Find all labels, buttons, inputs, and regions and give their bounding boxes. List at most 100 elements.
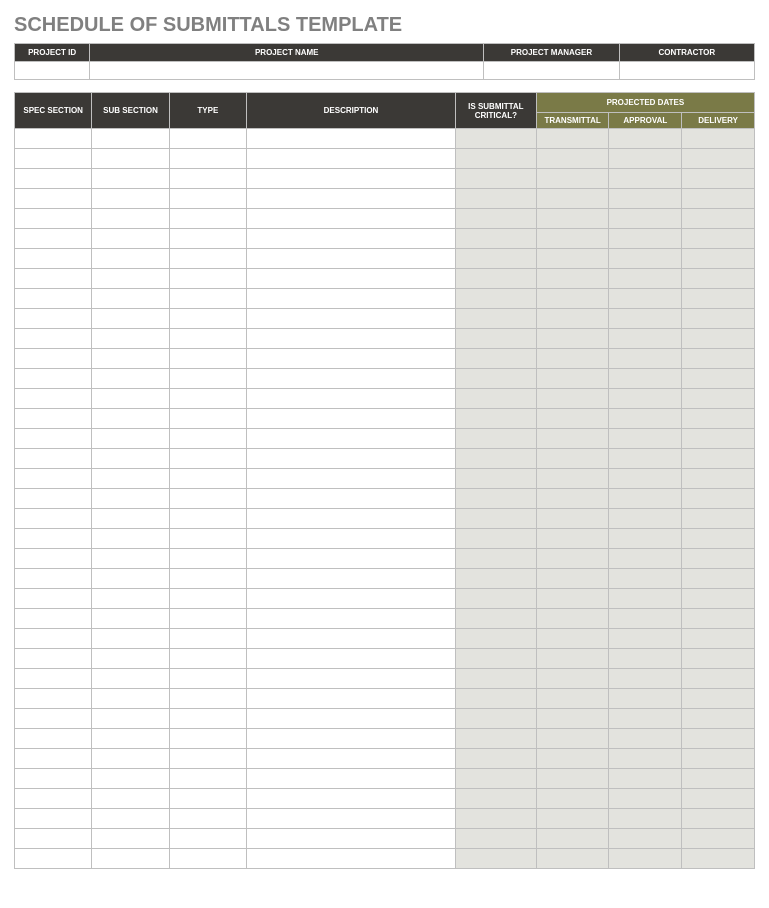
sub-section-cell[interactable]	[92, 609, 169, 629]
spec-section-cell[interactable]	[15, 469, 92, 489]
description-cell[interactable]	[247, 789, 456, 809]
is-critical-cell[interactable]	[455, 129, 536, 149]
type-cell[interactable]	[169, 249, 246, 269]
type-cell[interactable]	[169, 849, 246, 869]
is-critical-cell[interactable]	[455, 729, 536, 749]
transmittal-cell[interactable]	[536, 449, 609, 469]
description-cell[interactable]	[247, 249, 456, 269]
sub-section-cell[interactable]	[92, 789, 169, 809]
transmittal-cell[interactable]	[536, 689, 609, 709]
transmittal-cell[interactable]	[536, 249, 609, 269]
type-cell[interactable]	[169, 729, 246, 749]
type-cell[interactable]	[169, 749, 246, 769]
is-critical-cell[interactable]	[455, 749, 536, 769]
spec-section-cell[interactable]	[15, 649, 92, 669]
delivery-cell[interactable]	[682, 649, 755, 669]
type-cell[interactable]	[169, 129, 246, 149]
transmittal-cell[interactable]	[536, 349, 609, 369]
transmittal-cell[interactable]	[536, 489, 609, 509]
description-cell[interactable]	[247, 169, 456, 189]
spec-section-cell[interactable]	[15, 769, 92, 789]
spec-section-cell[interactable]	[15, 249, 92, 269]
spec-section-cell[interactable]	[15, 569, 92, 589]
description-cell[interactable]	[247, 629, 456, 649]
spec-section-cell[interactable]	[15, 289, 92, 309]
transmittal-cell[interactable]	[536, 849, 609, 869]
is-critical-cell[interactable]	[455, 549, 536, 569]
spec-section-cell[interactable]	[15, 189, 92, 209]
is-critical-cell[interactable]	[455, 709, 536, 729]
sub-section-cell[interactable]	[92, 729, 169, 749]
description-cell[interactable]	[247, 189, 456, 209]
is-critical-cell[interactable]	[455, 449, 536, 469]
spec-section-cell[interactable]	[15, 449, 92, 469]
spec-section-cell[interactable]	[15, 349, 92, 369]
approval-cell[interactable]	[609, 129, 682, 149]
sub-section-cell[interactable]	[92, 229, 169, 249]
project-manager-cell[interactable]	[484, 62, 619, 80]
sub-section-cell[interactable]	[92, 209, 169, 229]
type-cell[interactable]	[169, 469, 246, 489]
approval-cell[interactable]	[609, 449, 682, 469]
spec-section-cell[interactable]	[15, 489, 92, 509]
delivery-cell[interactable]	[682, 369, 755, 389]
approval-cell[interactable]	[609, 669, 682, 689]
description-cell[interactable]	[247, 329, 456, 349]
transmittal-cell[interactable]	[536, 209, 609, 229]
type-cell[interactable]	[169, 429, 246, 449]
approval-cell[interactable]	[609, 389, 682, 409]
sub-section-cell[interactable]	[92, 569, 169, 589]
is-critical-cell[interactable]	[455, 529, 536, 549]
project-id-cell[interactable]	[15, 62, 90, 80]
delivery-cell[interactable]	[682, 489, 755, 509]
contractor-cell[interactable]	[619, 62, 754, 80]
sub-section-cell[interactable]	[92, 349, 169, 369]
type-cell[interactable]	[169, 229, 246, 249]
sub-section-cell[interactable]	[92, 409, 169, 429]
sub-section-cell[interactable]	[92, 629, 169, 649]
description-cell[interactable]	[247, 489, 456, 509]
sub-section-cell[interactable]	[92, 709, 169, 729]
spec-section-cell[interactable]	[15, 689, 92, 709]
transmittal-cell[interactable]	[536, 549, 609, 569]
type-cell[interactable]	[169, 589, 246, 609]
delivery-cell[interactable]	[682, 209, 755, 229]
description-cell[interactable]	[247, 589, 456, 609]
is-critical-cell[interactable]	[455, 249, 536, 269]
spec-section-cell[interactable]	[15, 729, 92, 749]
description-cell[interactable]	[247, 569, 456, 589]
type-cell[interactable]	[169, 649, 246, 669]
transmittal-cell[interactable]	[536, 609, 609, 629]
approval-cell[interactable]	[609, 369, 682, 389]
is-critical-cell[interactable]	[455, 349, 536, 369]
type-cell[interactable]	[169, 409, 246, 429]
transmittal-cell[interactable]	[536, 389, 609, 409]
approval-cell[interactable]	[609, 729, 682, 749]
transmittal-cell[interactable]	[536, 569, 609, 589]
approval-cell[interactable]	[609, 329, 682, 349]
approval-cell[interactable]	[609, 209, 682, 229]
sub-section-cell[interactable]	[92, 289, 169, 309]
delivery-cell[interactable]	[682, 789, 755, 809]
delivery-cell[interactable]	[682, 549, 755, 569]
description-cell[interactable]	[247, 209, 456, 229]
is-critical-cell[interactable]	[455, 569, 536, 589]
delivery-cell[interactable]	[682, 509, 755, 529]
delivery-cell[interactable]	[682, 449, 755, 469]
sub-section-cell[interactable]	[92, 389, 169, 409]
sub-section-cell[interactable]	[92, 489, 169, 509]
spec-section-cell[interactable]	[15, 409, 92, 429]
approval-cell[interactable]	[609, 769, 682, 789]
sub-section-cell[interactable]	[92, 749, 169, 769]
description-cell[interactable]	[247, 449, 456, 469]
transmittal-cell[interactable]	[536, 169, 609, 189]
project-name-cell[interactable]	[90, 62, 484, 80]
description-cell[interactable]	[247, 729, 456, 749]
sub-section-cell[interactable]	[92, 449, 169, 469]
is-critical-cell[interactable]	[455, 289, 536, 309]
approval-cell[interactable]	[609, 309, 682, 329]
approval-cell[interactable]	[609, 269, 682, 289]
spec-section-cell[interactable]	[15, 809, 92, 829]
type-cell[interactable]	[169, 269, 246, 289]
type-cell[interactable]	[169, 489, 246, 509]
